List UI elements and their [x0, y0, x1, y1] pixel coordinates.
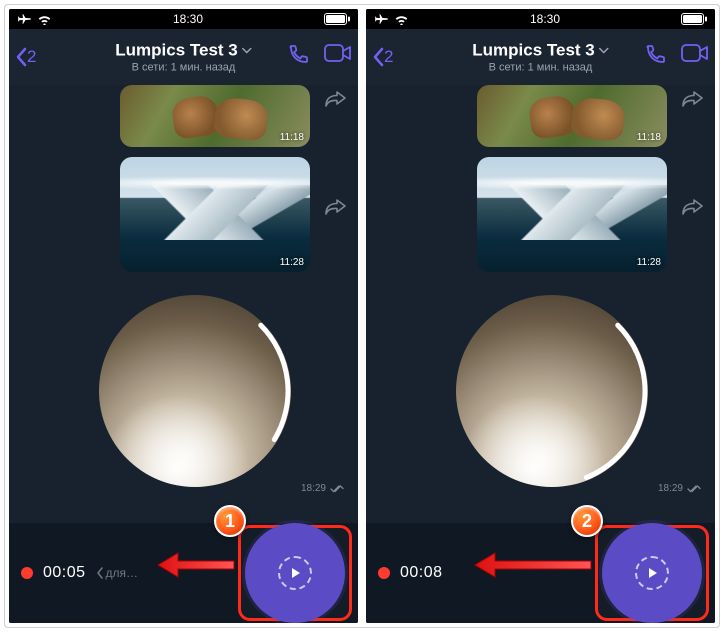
- step-badge-2: 2: [571, 505, 603, 537]
- image-message-2[interactable]: 11:28: [477, 157, 667, 272]
- chat-title[interactable]: Lumpics Test 3: [115, 41, 252, 61]
- video-icon: [681, 43, 709, 63]
- airplane-mode-icon: [374, 13, 388, 25]
- back-count: 2: [384, 47, 393, 67]
- swipe-hint: для…: [96, 566, 139, 580]
- voice-call-button[interactable]: [643, 43, 667, 72]
- video-message[interactable]: [99, 295, 291, 487]
- step-badge-1: 1: [214, 505, 246, 537]
- message-time: 11:28: [280, 257, 304, 268]
- progress-arc: [99, 295, 291, 487]
- comparison-container: 18:30 2 Lumpics Test 3 В сети: 1 мин. на…: [4, 4, 720, 628]
- message-meta: 18:29: [658, 483, 701, 494]
- forward-icon: [681, 197, 703, 215]
- read-receipt-icon: [330, 485, 344, 493]
- arrow-left-icon: [473, 549, 593, 581]
- voice-call-button[interactable]: [286, 43, 310, 72]
- status-bar: 18:30: [9, 9, 358, 29]
- highlight-box: [238, 525, 352, 621]
- recording-timer: 00:05: [43, 564, 86, 582]
- back-button[interactable]: 2: [372, 47, 393, 67]
- video-message[interactable]: [456, 295, 648, 487]
- battery-icon: [681, 13, 707, 25]
- forward-button[interactable]: [324, 197, 346, 220]
- chevron-left-icon: [372, 47, 384, 67]
- recording-indicator-icon: [21, 567, 33, 579]
- phone-right: 18:30 2 Lumpics Test 3 В сети: 1 мин. на…: [366, 9, 715, 623]
- chevron-down-icon: [242, 48, 252, 54]
- message-time: 11:18: [280, 132, 304, 143]
- progress-arc: [456, 295, 648, 487]
- back-count: 2: [27, 47, 36, 67]
- message-time: 11:28: [637, 257, 661, 268]
- status-time: 18:30: [530, 12, 560, 26]
- phone-left: 18:30 2 Lumpics Test 3 В сети: 1 мин. на…: [9, 9, 358, 623]
- airplane-mode-icon: [17, 13, 31, 25]
- message-meta: 18:29: [301, 483, 344, 494]
- play-icon: [646, 567, 658, 579]
- status-time: 18:30: [173, 12, 203, 26]
- chat-title[interactable]: Lumpics Test 3: [472, 41, 609, 61]
- video-icon: [324, 43, 352, 63]
- chevron-down-icon: [599, 48, 609, 54]
- chat-header: 2 Lumpics Test 3 В сети: 1 мин. назад: [366, 29, 715, 85]
- image-message-1[interactable]: 11:18: [120, 85, 310, 147]
- battery-icon: [324, 13, 350, 25]
- recording-timer: 00:08: [400, 564, 443, 582]
- phone-icon: [286, 43, 310, 67]
- chat-header: 2 Lumpics Test 3 В сети: 1 мин. назад: [9, 29, 358, 85]
- message-time: 11:18: [637, 132, 661, 143]
- forward-button[interactable]: [324, 89, 346, 112]
- status-bar: 18:30: [366, 9, 715, 29]
- highlight-box: [595, 525, 709, 621]
- chat-subtitle: В сети: 1 мин. назад: [472, 62, 609, 74]
- phone-icon: [643, 43, 667, 67]
- chevron-left-icon: [15, 47, 27, 67]
- forward-icon: [681, 89, 703, 107]
- image-message-2[interactable]: 11:28: [120, 157, 310, 272]
- read-receipt-icon: [687, 485, 701, 493]
- wifi-icon: [394, 14, 409, 25]
- forward-button[interactable]: [681, 89, 703, 112]
- video-call-button[interactable]: [681, 43, 709, 72]
- forward-icon: [324, 197, 346, 215]
- record-video-button[interactable]: [602, 523, 702, 623]
- play-icon: [289, 567, 301, 579]
- chat-body[interactable]: 11:18 11:28 18:29: [9, 85, 358, 523]
- image-message-1[interactable]: 11:18: [477, 85, 667, 147]
- record-video-button[interactable]: [245, 523, 345, 623]
- forward-button[interactable]: [681, 197, 703, 220]
- arrow-left-icon: [156, 549, 236, 581]
- wifi-icon: [37, 14, 52, 25]
- back-button[interactable]: 2: [15, 47, 36, 67]
- video-call-button[interactable]: [324, 43, 352, 72]
- chat-body[interactable]: 11:18 11:28 18:29: [366, 85, 715, 523]
- forward-icon: [324, 89, 346, 107]
- recording-indicator-icon: [378, 567, 390, 579]
- chat-subtitle: В сети: 1 мин. назад: [115, 62, 252, 74]
- chevron-left-icon: [96, 567, 104, 579]
